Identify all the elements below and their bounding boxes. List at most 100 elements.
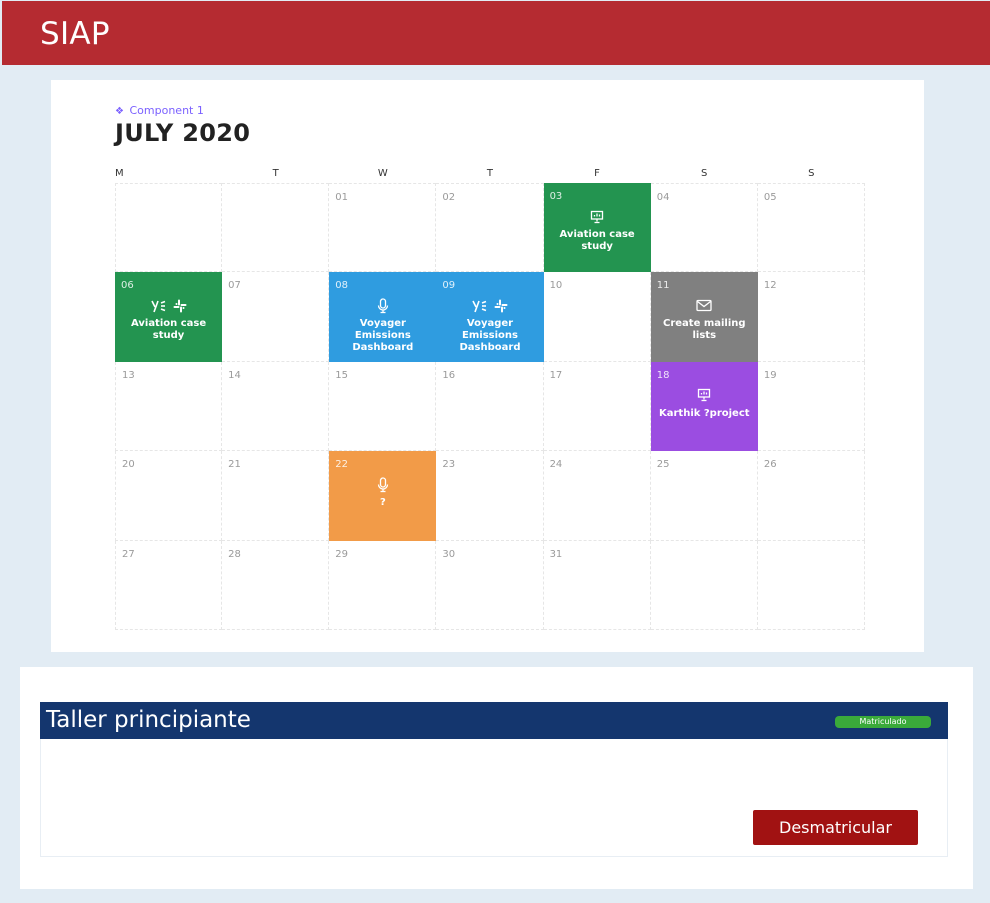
event-content: Aviation case study [544, 209, 651, 253]
calendar-day-cell[interactable]: 16 [436, 361, 544, 452]
event-content: ? [329, 477, 436, 509]
event-icons [115, 298, 222, 316]
event-title: Voyager Emissions Dashboard [459, 318, 521, 354]
unenroll-button[interactable]: Desmatricular [753, 810, 918, 845]
calendar-event-cell[interactable]: 09 Voyager Emissions Dashboard [436, 272, 544, 362]
calendar-day-cell[interactable]: 04 [650, 183, 758, 273]
day-number: 11 [656, 280, 670, 292]
calendar-day-cell [757, 540, 865, 630]
calendar-day-cell[interactable]: 30 [436, 540, 544, 630]
calendar-day-cell [650, 540, 758, 630]
day-number: 08 [335, 280, 349, 292]
day-number: 01 [335, 192, 349, 203]
day-number: 19 [763, 369, 777, 381]
calendar-day-cell[interactable]: 24 [543, 451, 651, 541]
calendar-day-cell[interactable]: 07 [222, 272, 330, 362]
event-title: Voyager Emissions Dashboard [352, 318, 414, 354]
calendar-day-cell[interactable]: 23 [436, 451, 544, 541]
calendar-day-cell[interactable]: 20 [115, 451, 223, 541]
yammer-icon [472, 299, 488, 316]
weekday-label: M [115, 168, 124, 179]
yammer-icon [150, 299, 167, 316]
calendar-day-cell[interactable]: 21 [222, 451, 330, 541]
day-number: 23 [442, 459, 456, 471]
calendar-day-cell[interactable]: 05 [757, 183, 865, 273]
event-title: Create mailing lists [662, 318, 746, 342]
event-content: Create mailing lists [651, 298, 758, 342]
calendar-day-cell [115, 183, 223, 273]
weekday-label: W [377, 168, 388, 179]
calendar-day-cell[interactable]: 14 [222, 361, 330, 452]
microphone-icon [376, 477, 390, 496]
event-content: Voyager Emissions Dashboard [436, 298, 543, 354]
calendar-grid: 01 02 03 Aviation case study 04 05 06 Aviation … [115, 183, 865, 630]
calendar-event-cell[interactable]: 22? [329, 451, 437, 541]
status-badge: Matriculado [835, 716, 931, 728]
weekday-header: M T W T F S S [115, 168, 865, 182]
day-number: 17 [549, 369, 563, 381]
calendar-day-cell[interactable]: 02 [436, 183, 544, 273]
event-icons [651, 298, 758, 316]
event-icons [329, 477, 436, 495]
weekday-label: S [808, 168, 815, 179]
event-icons [651, 388, 758, 406]
event-title: Aviation case study [559, 229, 635, 252]
calendar-event-cell[interactable]: 18 Karthik ?project [650, 361, 758, 452]
event-title: Aviation case study [130, 318, 207, 342]
day-number: 26 [763, 459, 777, 471]
presentation-icon [697, 388, 711, 405]
day-number: 15 [335, 369, 349, 381]
calendar-day-cell[interactable]: 15 [329, 361, 437, 452]
component-icon: ❖ [115, 106, 124, 117]
day-number: 29 [335, 548, 349, 560]
microphone-icon [376, 298, 390, 317]
calendar-day-cell[interactable]: 25 [650, 451, 758, 541]
day-number: 04 [656, 192, 670, 203]
calendar-day-cell[interactable]: 17 [543, 361, 651, 452]
day-number: 24 [549, 459, 563, 471]
slack-icon [173, 299, 187, 316]
calendar-day-cell[interactable]: 31 [543, 540, 651, 630]
day-number: 12 [763, 280, 777, 292]
day-number: 14 [228, 369, 241, 381]
event-title: ? [379, 497, 386, 509]
event-content: Aviation case study [115, 298, 222, 342]
calendar-day-cell[interactable]: 28 [222, 540, 330, 630]
calendar-day-cell[interactable]: 26 [757, 451, 865, 541]
calendar-day-cell[interactable]: 19 [757, 361, 865, 452]
calendar-day-cell[interactable]: 12 [757, 272, 865, 362]
day-number: 28 [228, 548, 241, 560]
day-number: 06 [121, 280, 134, 292]
calendar-event-cell[interactable]: 03 Aviation case study [543, 183, 651, 273]
calendar-event-cell[interactable]: 08 Voyager Emissions Dashboard [329, 272, 437, 362]
calendar-day-cell[interactable]: 10 [543, 272, 651, 362]
day-number: 18 [656, 369, 670, 381]
calendar-day-cell[interactable]: 29 [329, 540, 437, 630]
weekday-label: S [701, 168, 708, 179]
day-number: 02 [442, 192, 456, 203]
event-icons [329, 298, 436, 316]
component-label-text: Component 1 [129, 104, 204, 117]
day-number: 05 [763, 192, 777, 203]
calendar-day-cell[interactable]: 27 [115, 540, 223, 630]
event-icons [544, 209, 651, 227]
day-number: 20 [122, 459, 135, 471]
course-title: Taller principiante [46, 707, 251, 733]
course-header: Taller principiante Matriculado [40, 702, 948, 739]
event-title: Karthik ?project [658, 407, 750, 419]
calendar-day-cell[interactable]: 01 [329, 183, 437, 273]
day-number: 22 [335, 459, 349, 471]
day-number: 10 [549, 280, 563, 292]
event-content: Voyager Emissions Dashboard [329, 298, 436, 354]
slack-icon [494, 299, 508, 316]
calendar-day-cell[interactable]: 13 [115, 361, 223, 452]
weekday-label: T [272, 168, 279, 179]
calendar-day-cell [222, 183, 330, 273]
weekday-label: T [486, 168, 493, 179]
day-number: 25 [656, 459, 670, 471]
day-number: 09 [442, 280, 456, 292]
day-number: 30 [442, 548, 456, 560]
calendar-event-cell[interactable]: 11 Create mailing lists [650, 272, 758, 362]
calendar-event-cell[interactable]: 06 Aviation case study [115, 272, 223, 362]
event-icons [436, 298, 543, 316]
